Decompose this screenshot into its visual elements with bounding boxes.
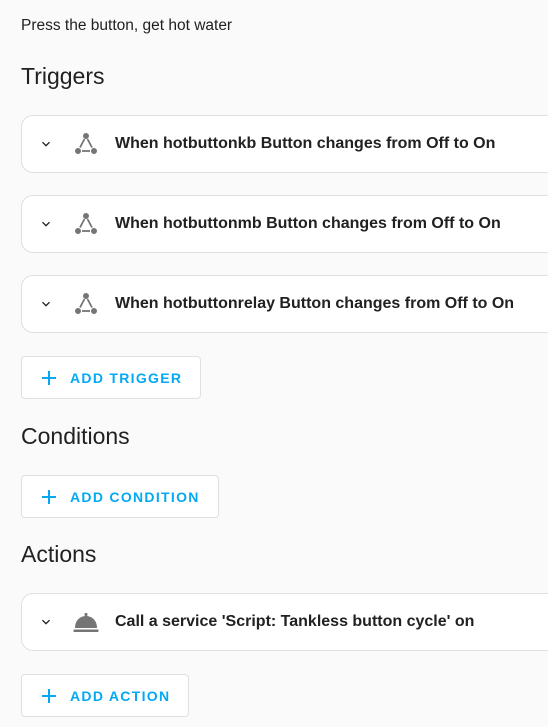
trigger-label: When hotbuttonrelay Button changes from … [115, 295, 515, 312]
add-action-button[interactable]: ADD ACTION [21, 674, 190, 717]
chevron-down-icon[interactable] [38, 136, 54, 152]
plus-icon [42, 370, 56, 385]
action-label: Call a service 'Script: Tankless button … [115, 613, 475, 630]
automation-description: Press the button, get hot water [21, 17, 233, 34]
plus-icon [42, 489, 56, 504]
chevron-down-icon[interactable] [38, 216, 54, 232]
trigger-label: When hotbuttonkb Button changes from Off… [115, 135, 496, 152]
trigger-card-2[interactable]: When hotbuttonmb Button changes from Off… [21, 195, 548, 253]
plus-icon [42, 688, 56, 703]
add-condition-button[interactable]: ADD CONDITION [21, 475, 219, 518]
trigger-card-1[interactable]: When hotbuttonkb Button changes from Off… [21, 115, 548, 173]
add-trigger-button[interactable]: ADD TRIGGER [21, 356, 202, 399]
chevron-down-icon[interactable] [38, 296, 54, 312]
state-trigger-icon [75, 213, 97, 234]
conditions-heading: Conditions [21, 423, 130, 449]
service-bell-icon [73, 613, 99, 632]
actions-heading: Actions [21, 541, 97, 567]
state-trigger-icon [75, 293, 97, 314]
triggers-heading: Triggers [21, 63, 105, 89]
trigger-card-3[interactable]: When hotbuttonrelay Button changes from … [21, 275, 548, 333]
add-action-label: ADD ACTION [70, 687, 171, 704]
state-trigger-icon [75, 133, 97, 154]
action-card-1[interactable]: Call a service 'Script: Tankless button … [21, 593, 548, 651]
add-condition-label: ADD CONDITION [70, 488, 200, 505]
chevron-down-icon[interactable] [38, 614, 54, 630]
trigger-label: When hotbuttonmb Button changes from Off… [115, 215, 501, 232]
add-trigger-label: ADD TRIGGER [70, 369, 183, 386]
